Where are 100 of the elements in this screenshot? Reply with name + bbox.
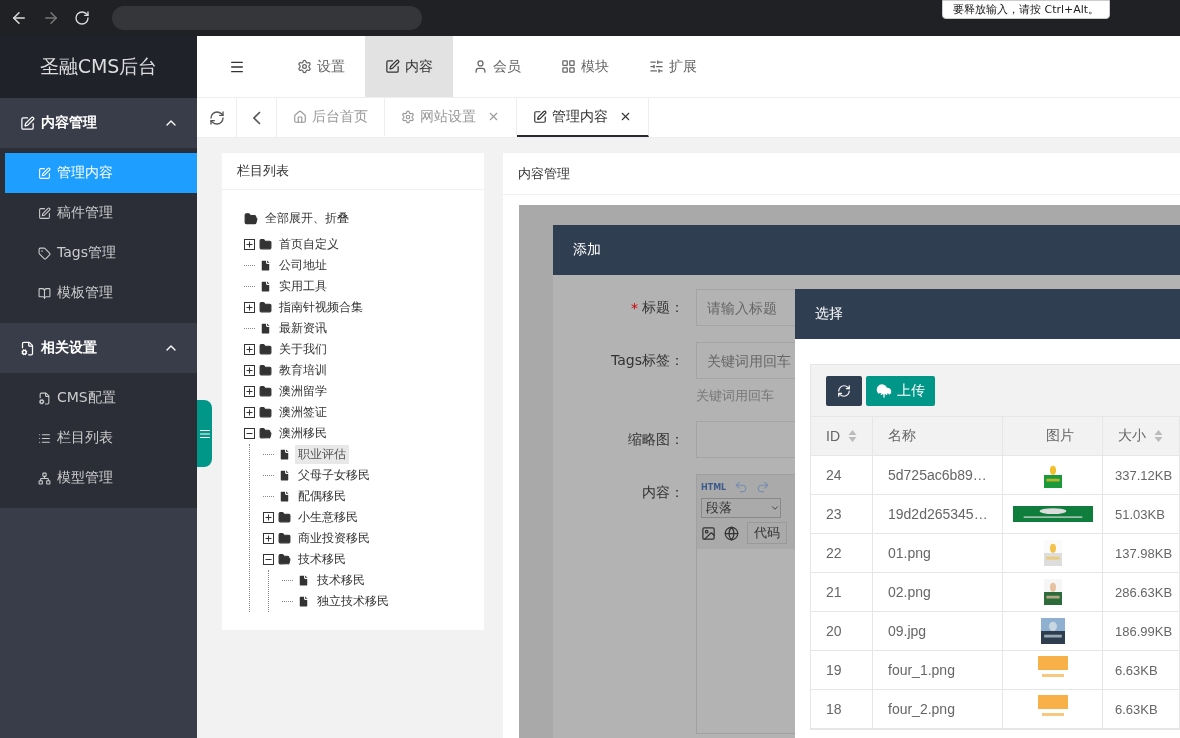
nav-item[interactable]: 设置 bbox=[277, 36, 365, 97]
lines-icon bbox=[198, 427, 211, 440]
column-header[interactable]: 大小 bbox=[1103, 417, 1180, 456]
close-icon[interactable] bbox=[619, 110, 632, 123]
tree-item[interactable]: 指南针视频合集 bbox=[276, 298, 366, 317]
collapse-icon[interactable] bbox=[244, 428, 255, 439]
sidebar-toggle[interactable] bbox=[197, 400, 212, 467]
upload-button[interactable]: 上传 bbox=[866, 375, 935, 406]
edit-icon bbox=[385, 59, 400, 74]
table-cell: 23 bbox=[811, 495, 873, 534]
sidebar-item[interactable]: Tags管理 bbox=[5, 233, 197, 273]
sidebar-item[interactable]: 模型管理 bbox=[5, 458, 197, 498]
chevron-left-icon bbox=[252, 110, 261, 125]
refresh-icon bbox=[208, 109, 225, 126]
nav-item[interactable]: 模块 bbox=[541, 36, 629, 97]
tree-item[interactable]: 技术移民 bbox=[295, 550, 349, 569]
field-hint: 关键词用回车 bbox=[696, 387, 774, 405]
tree-item[interactable]: 教育培训 bbox=[276, 361, 330, 380]
tree-item[interactable]: 首页自定义 bbox=[276, 235, 342, 254]
sliders-icon bbox=[649, 59, 664, 74]
folder-icon bbox=[259, 343, 272, 356]
book-icon bbox=[38, 286, 51, 300]
sidebar-group[interactable]: 内容管理 bbox=[0, 98, 197, 148]
image-icon[interactable] bbox=[701, 525, 716, 541]
edit-icon bbox=[533, 109, 547, 124]
expand-icon[interactable] bbox=[263, 512, 274, 523]
expand-icon[interactable] bbox=[244, 407, 255, 418]
field-label: Tags标签： bbox=[611, 351, 684, 370]
sidebar-item[interactable]: CMS配置 bbox=[5, 378, 197, 418]
tree-item[interactable]: 最新资讯 bbox=[276, 319, 330, 338]
nav-item[interactable]: 内容 bbox=[365, 36, 453, 97]
tree-item[interactable]: 关于我们 bbox=[276, 340, 330, 359]
file-icon bbox=[259, 280, 272, 293]
code-button[interactable]: 代码 bbox=[747, 522, 787, 544]
reload-icon[interactable] bbox=[74, 10, 90, 26]
back-icon[interactable] bbox=[10, 9, 28, 27]
folder-icon bbox=[278, 532, 291, 545]
tree-item[interactable]: 职业评估 bbox=[295, 445, 349, 464]
tree-item[interactable]: 父母子女移民 bbox=[295, 466, 373, 485]
edit-icon bbox=[38, 206, 51, 220]
tree-item[interactable]: 小生意移民 bbox=[295, 508, 361, 527]
format-select[interactable]: 段落 bbox=[701, 498, 781, 518]
tree-item[interactable]: 实用工具 bbox=[276, 277, 330, 296]
sidebar-item[interactable]: 栏目列表 bbox=[5, 418, 197, 458]
nav-item[interactable]: 会员 bbox=[453, 36, 541, 97]
folder-icon bbox=[259, 385, 272, 398]
group-title: 内容管理 bbox=[41, 114, 98, 132]
tree-item[interactable]: 澳洲移民 bbox=[276, 424, 330, 443]
table-cell: 5d725ac6b89… bbox=[873, 456, 1003, 495]
expand-icon[interactable] bbox=[244, 344, 255, 355]
table-cell: 19d2d265345… bbox=[873, 495, 1003, 534]
collapse-icon[interactable] bbox=[263, 554, 274, 565]
field-label: 标题： bbox=[642, 298, 684, 317]
tree-item[interactable]: 配偶移民 bbox=[295, 487, 349, 506]
folder-icon bbox=[278, 511, 291, 524]
column-header[interactable]: 名称 bbox=[873, 417, 1003, 456]
expand-icon[interactable] bbox=[244, 239, 255, 250]
expand-icon[interactable] bbox=[244, 386, 255, 397]
settings-icon bbox=[401, 109, 415, 124]
table-cell: 337.12KB bbox=[1103, 456, 1180, 495]
file-icon bbox=[259, 322, 272, 335]
sidebar-item[interactable]: 模板管理 bbox=[5, 273, 197, 313]
page-tab[interactable]: 管理内容 bbox=[517, 98, 649, 137]
tree-item[interactable]: 商业投资移民 bbox=[295, 529, 373, 548]
file-icon bbox=[278, 448, 291, 461]
table-cell: 6.63KB bbox=[1103, 651, 1180, 690]
file-icon bbox=[259, 259, 272, 272]
nav-item[interactable]: 扩展 bbox=[629, 36, 717, 97]
caret-icon bbox=[770, 503, 780, 513]
expand-icon[interactable] bbox=[263, 533, 274, 544]
file-gear-icon bbox=[38, 391, 51, 405]
tree-item[interactable]: 澳洲签证 bbox=[276, 403, 330, 422]
tooltip: 要释放输入，请按 Ctrl+Alt。 bbox=[942, 0, 1111, 19]
folder-icon bbox=[259, 238, 272, 251]
home-icon bbox=[293, 109, 307, 124]
grid-icon bbox=[561, 59, 576, 74]
expand-all-link[interactable]: 全部展开、折叠 bbox=[262, 209, 352, 228]
edit-icon bbox=[20, 115, 35, 131]
expand-icon[interactable] bbox=[244, 302, 255, 313]
file-icon bbox=[297, 574, 310, 587]
tree-item[interactable]: 公司地址 bbox=[276, 256, 330, 275]
expand-icon[interactable] bbox=[244, 365, 255, 376]
sidebar-item[interactable]: 稿件管理 bbox=[5, 193, 197, 233]
refresh-button[interactable] bbox=[826, 375, 862, 406]
table-cell: 21 bbox=[811, 573, 873, 612]
forward-icon[interactable] bbox=[42, 9, 60, 27]
table-cell: 18 bbox=[811, 690, 873, 729]
tree-item[interactable]: 技术移民 bbox=[314, 571, 368, 590]
column-header[interactable]: ID bbox=[811, 417, 873, 456]
tree-item[interactable]: 澳洲留学 bbox=[276, 382, 330, 401]
column-header[interactable]: 图片 bbox=[1003, 417, 1103, 456]
table-cell: 02.png bbox=[873, 573, 1003, 612]
required-mark: * bbox=[631, 299, 638, 316]
field-label: 内容： bbox=[642, 483, 684, 502]
tree-item[interactable]: 独立技术移民 bbox=[314, 592, 392, 611]
table-cell: 20 bbox=[811, 612, 873, 651]
folder-icon bbox=[259, 301, 272, 314]
table-cell: four_2.png bbox=[873, 690, 1003, 729]
globe-icon[interactable] bbox=[724, 525, 739, 541]
sidebar-group[interactable]: 相关设置 bbox=[0, 323, 197, 373]
